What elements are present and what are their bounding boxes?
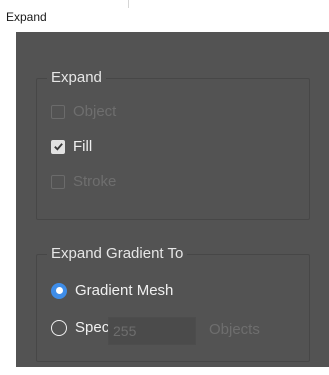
expand-gradient-group: Expand Gradient To Gradient Mesh Specify…: [36, 245, 310, 362]
radio-selected-icon[interactable]: [51, 282, 67, 299]
objects-label: Objects: [209, 321, 260, 338]
stroke-checkbox[interactable]: [51, 174, 65, 189]
fill-option[interactable]: Fill: [51, 138, 92, 155]
object-checkbox[interactable]: [51, 104, 65, 119]
expand-gradient-legend: Expand Gradient To: [47, 245, 188, 263]
checkmark-icon: [53, 143, 63, 151]
expand-dialog: Expand Object Fill Stroke Expand Gradien…: [16, 32, 329, 367]
object-label: Object: [73, 103, 117, 120]
fill-label: Fill: [73, 138, 93, 155]
expand-group-legend: Expand: [47, 69, 106, 87]
stroke-label: Stroke: [73, 173, 117, 190]
title-bar: Expand: [0, 0, 329, 32]
expand-group: Expand Object Fill Stroke: [36, 69, 310, 220]
radio-unselected-icon[interactable]: [51, 319, 67, 336]
gradient-mesh-option[interactable]: Gradient Mesh: [51, 282, 173, 299]
title-bar-divider: [128, 0, 129, 8]
object-option[interactable]: Object: [51, 103, 116, 120]
fill-checkbox[interactable]: [51, 139, 65, 154]
specify-objects-input[interactable]: 255: [108, 317, 196, 345]
bottom-strip: [0, 367, 329, 375]
window-title: Expand: [6, 10, 47, 24]
stroke-option[interactable]: Stroke: [51, 173, 116, 190]
gradient-mesh-label: Gradient Mesh: [75, 282, 174, 299]
